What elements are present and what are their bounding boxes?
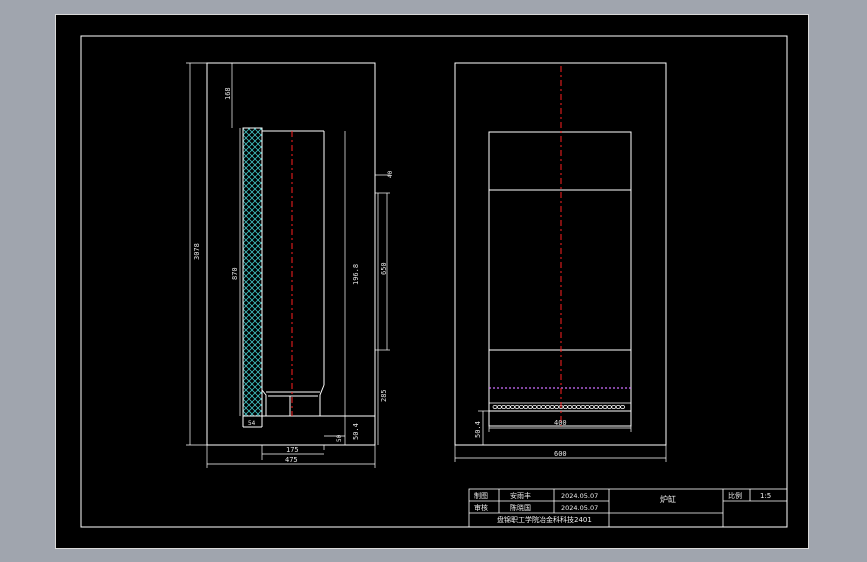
ring-mark bbox=[580, 404, 586, 409]
right-inner-rect bbox=[488, 131, 632, 427]
tb-row2-label: 审核 bbox=[474, 503, 488, 512]
dim-total-height: 3078 bbox=[193, 243, 201, 260]
ring-mark bbox=[519, 404, 524, 409]
ring-mark bbox=[541, 404, 546, 409]
tb-row2-name: 陈晓国 bbox=[510, 503, 531, 512]
dim-base-height: 50.4 bbox=[352, 423, 360, 440]
tb-row1-name: 安雨丰 bbox=[510, 491, 531, 500]
ring-mark bbox=[496, 404, 502, 409]
ring-mark bbox=[589, 404, 595, 409]
ring-mark bbox=[598, 404, 603, 409]
ring-mark bbox=[505, 404, 511, 409]
lining-hatch bbox=[242, 127, 263, 417]
ring-mark bbox=[615, 404, 621, 409]
ring-mark bbox=[510, 404, 515, 409]
ring-mark bbox=[554, 404, 559, 409]
inner-border bbox=[80, 35, 788, 528]
ring-mark bbox=[527, 404, 533, 409]
ring-mark bbox=[602, 404, 608, 409]
tb-scale-value: 1:5 bbox=[760, 492, 771, 500]
ring-mark bbox=[549, 404, 555, 409]
dim-bottom-width-2: 475 bbox=[285, 456, 298, 464]
ring-mark bbox=[607, 404, 612, 409]
dim-right-bottom-width: 400 bbox=[554, 419, 567, 427]
ring-mark bbox=[536, 404, 542, 409]
ring-mark bbox=[585, 404, 590, 409]
dim-top-gap: 168 bbox=[224, 87, 232, 100]
dim-side-small: 50 bbox=[336, 434, 343, 442]
cad-drawing: 3078 168 870 196.8 650 40 285 50.4 50 54… bbox=[80, 35, 788, 528]
tb-organization: 盘锦职工学院冶金科科技2401 bbox=[497, 515, 592, 524]
dim-lining-height: 870 bbox=[231, 267, 239, 280]
tb-row1-label: 制图 bbox=[474, 491, 488, 500]
tb-part-name: 炉缸 bbox=[660, 494, 676, 504]
dim-inner-height: 196.8 bbox=[352, 264, 360, 285]
ring-mark bbox=[545, 404, 551, 409]
dim-bottom-width-1: 175 bbox=[286, 446, 299, 454]
tb-scale-label: 比例 bbox=[728, 491, 742, 500]
ring-mark bbox=[576, 404, 581, 409]
dim-right-segment: 650 bbox=[380, 262, 388, 275]
ring-mark bbox=[514, 404, 520, 409]
dim-base-left: 54 bbox=[248, 420, 256, 427]
ring-mark bbox=[523, 404, 529, 409]
ring-mark bbox=[532, 404, 537, 409]
ring-mark bbox=[620, 404, 625, 409]
dim-bottom-segment: 285 bbox=[380, 389, 388, 402]
ring-mark bbox=[571, 404, 577, 409]
dim-right-left-small: 50.4 bbox=[474, 421, 482, 438]
ring-mark bbox=[611, 404, 617, 409]
ring-mark bbox=[593, 404, 599, 409]
ring-mark bbox=[492, 404, 498, 409]
ring-mark bbox=[567, 404, 573, 409]
ring-mark bbox=[501, 404, 507, 409]
tb-row1-date: 2024.05.07 bbox=[561, 492, 598, 500]
right-ring-row bbox=[489, 402, 631, 409]
tb-row2-date: 2024.05.07 bbox=[561, 504, 598, 512]
dim-small-top: 40 bbox=[387, 170, 394, 178]
dim-right-total-width: 600 bbox=[554, 450, 567, 458]
ring-mark bbox=[563, 404, 568, 409]
